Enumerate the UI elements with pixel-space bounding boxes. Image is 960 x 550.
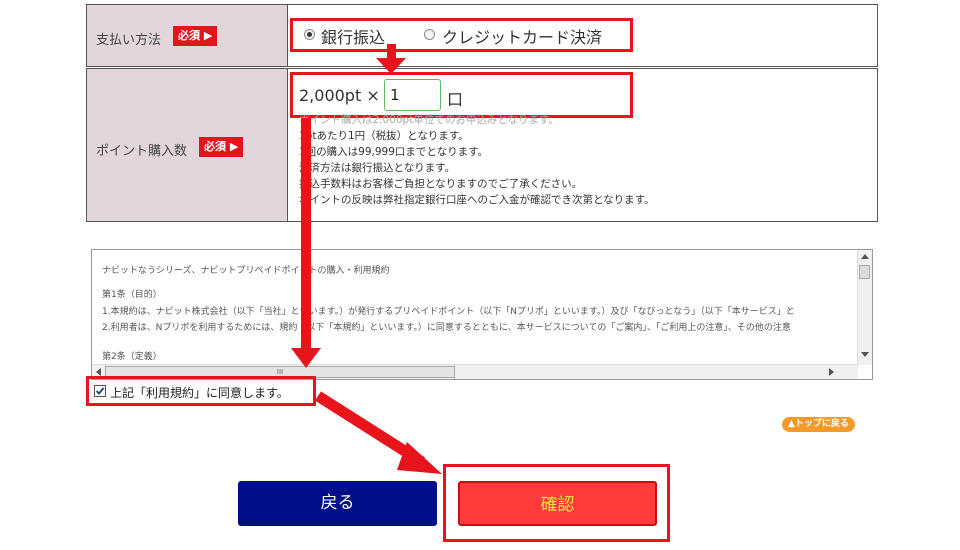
points-notes: ポイント購入は2,000pt単位でのお申込みとなります。 1ptあたり1円（税抜… (299, 112, 655, 208)
confirm-button-label: 確認 (540, 495, 575, 515)
scroll-down-arrow-icon[interactable] (861, 352, 869, 357)
scroll-grip: III (276, 368, 284, 376)
points-note: ポイントの反映は弊社指定銀行口座へのご入金が確認でき次第となります。 (299, 194, 655, 206)
terms-title: ナビットなうシリーズ、ナビットプリペイドポイントの購入・利用規約 (102, 266, 390, 276)
annotation-arrow-head-icon (291, 348, 321, 368)
points-note: 1回の購入は99,999口までとなります。 (299, 146, 489, 158)
scroll-left-arrow-icon[interactable] (96, 368, 101, 376)
points-note: ポイント購入は2,000pt単位でのお申込みとなります。 (299, 114, 559, 126)
payment-label: 支払い方法 (96, 33, 162, 48)
points-label: ポイント購入数 (96, 144, 188, 159)
points-required-badge: 必須 ▶ (199, 137, 244, 157)
terms-line: 2.利用者は、Nプリポを利用するためには、規約（以下「本規約」といいます。）に同… (102, 323, 791, 333)
back-button-label: 戻る (320, 493, 355, 513)
annotation-arrow-shaft (301, 118, 311, 350)
annotation-diagonal-arrow-icon (315, 391, 442, 474)
bank-transfer-label[interactable]: 銀行振込 (321, 24, 385, 48)
terms-line: 1.本規約は、ナビット株式会社（以下「当社」といいます。）が発行するプリペイドポ… (102, 307, 795, 317)
back-to-top-button[interactable]: ▲トップに戻る (782, 417, 855, 432)
terms-line: 第2条（定義） (102, 352, 162, 362)
annotation-arrow-head-icon (376, 58, 406, 74)
credit-card-label[interactable]: クレジットカード決済 (442, 24, 602, 48)
terms-vertical-scrollbar[interactable] (857, 250, 872, 365)
scroll-thumb-vertical[interactable] (859, 265, 870, 279)
bank-transfer-radio[interactable] (304, 29, 315, 40)
points-note: 1ptあたり1円（税抜）となります。 (299, 130, 469, 142)
payment-required-badge: 必須 ▶ (173, 26, 218, 46)
scroll-up-arrow-icon[interactable] (861, 254, 869, 259)
agree-checkbox[interactable] (94, 385, 106, 397)
checkmark-icon (95, 387, 105, 395)
confirm-button[interactable]: 確認 (458, 481, 657, 526)
points-note: 振込手数料はお客様ご負担となりますのでご了承ください。 (299, 178, 583, 190)
terms-line: 第1条（目的） (102, 290, 162, 300)
terms-textarea[interactable]: ナビットなうシリーズ、ナビットプリペイドポイントの購入・利用規約 第1条（目的）… (91, 249, 873, 380)
points-note: 決済方法は銀行振込となります。 (299, 162, 456, 174)
back-button[interactable]: 戻る (238, 481, 437, 526)
scroll-right-arrow-icon[interactable] (829, 368, 834, 376)
credit-card-radio[interactable] (424, 29, 435, 40)
agree-label[interactable]: 上記「利用規約」に同意します。 (110, 384, 289, 401)
